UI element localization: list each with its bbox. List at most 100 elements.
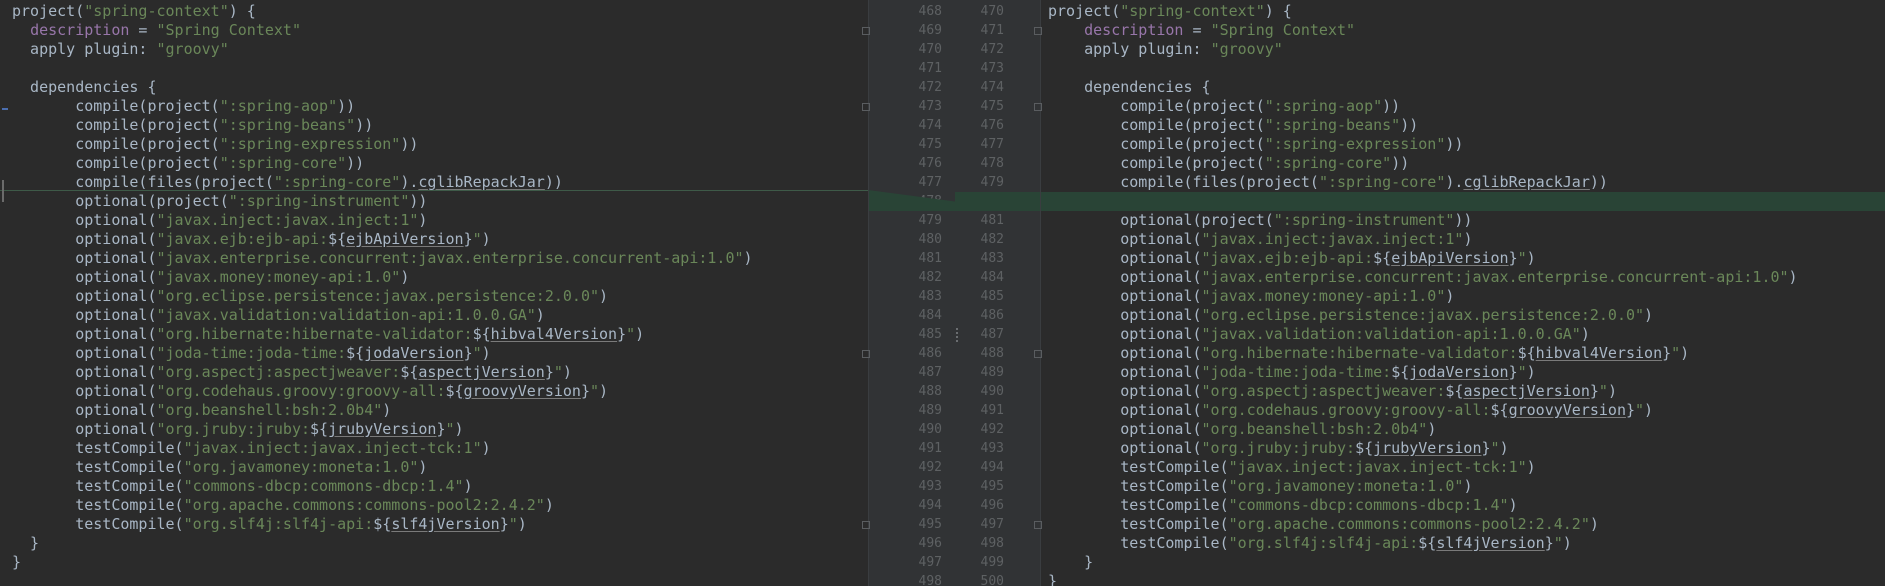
line-number-right: 482 [980,232,1004,247]
code-line[interactable]: optional("javax.money:money-api:1.0") [1040,287,1454,306]
code-line[interactable]: } [0,553,21,572]
code-line[interactable]: dependencies { [0,78,156,97]
code-line[interactable]: description = "Spring Context" [1040,21,1355,40]
code-line[interactable]: compile(project(":spring-core")) [0,154,364,173]
code-token: project( [12,2,85,20]
fold-toggle-icon[interactable] [1034,350,1042,358]
code-line[interactable]: compile(project(":spring-aop")) [1040,97,1400,116]
fold-toggle-icon[interactable] [1034,521,1042,529]
left-editor-pane[interactable]: project("spring-context") { description … [0,0,868,586]
code-line[interactable]: optional("org.hibernate:hibernate-valida… [0,325,644,344]
fold-toggle-icon[interactable] [862,350,870,358]
line-number-left: 472 [918,80,942,95]
code-line[interactable]: optional("org.eclipse.persistence:javax.… [0,287,608,306]
line-number-right: 500 [980,574,1004,586]
code-line[interactable]: compile(project(":spring-expression")) [0,135,418,154]
code-line[interactable]: testCompile("commons-dbcp:commons-dbcp:1… [1040,496,1517,515]
code-line[interactable]: optional("joda-time:joda-time:${jodaVers… [1040,363,1535,382]
code-line[interactable]: testCompile("org.javamoney:moneta:1.0") [0,458,427,477]
code-line[interactable]: testCompile("commons-dbcp:commons-dbcp:1… [0,477,472,496]
code-line[interactable]: testCompile("org.slf4j:slf4j-api:${slf4j… [1040,534,1572,553]
code-line[interactable]: optional("javax.enterprise.concurrent:ja… [1040,268,1797,287]
code-line[interactable]: optional("org.jruby:jruby:${jrubyVersion… [1040,439,1508,458]
code-line[interactable]: optional("javax.inject:javax.inject:1") [1040,230,1472,249]
code-token: optional( [1048,439,1202,457]
code-line[interactable]: testCompile("org.apache.commons:commons-… [0,496,554,515]
code-token: )) [1400,116,1419,134]
line-number-left: 482 [918,270,942,285]
code-line[interactable]: testCompile("org.javamoney:moneta:1.0") [1040,477,1472,496]
fold-toggle-icon[interactable] [862,103,870,111]
code-line[interactable]: apply plugin: "groovy" [1040,40,1283,59]
code-line[interactable]: optional("org.hibernate:hibernate-valida… [1040,344,1689,363]
code-line[interactable]: optional("org.aspectj:aspectjweaver:${as… [0,363,572,382]
code-line[interactable]: compile(project(":spring-expression")) [1040,135,1463,154]
fold-toggle-icon[interactable] [862,521,870,529]
code-line[interactable]: optional("joda-time:joda-time:${jodaVers… [0,344,490,363]
code-token: compile(project( [1048,116,1265,134]
code-line[interactable]: testCompile("javax.inject:javax.inject-t… [1040,458,1535,477]
code-token: optional( [12,268,157,286]
code-line[interactable]: optional("org.beanshell:bsh:2.0b4") [0,401,391,420]
code-token: } [1508,249,1518,267]
fold-toggle-icon[interactable] [862,27,870,35]
code-line[interactable]: dependencies { [1040,78,1210,97]
code-line[interactable]: optional(project(":spring-instrument")) [1040,211,1472,230]
code-line[interactable]: optional("org.codehaus.groovy:groovy-all… [0,382,608,401]
gutter-drag-handle[interactable] [956,328,960,342]
code-token: ) [400,268,410,286]
code-token: ${ [310,420,329,438]
code-token: ":spring-expression" [219,135,401,153]
code-line[interactable]: optional("javax.validation:validation-ap… [1040,325,1590,344]
code-reference: slf4jVersion [1436,534,1545,552]
code-reference: hibval4Version [490,325,618,343]
code-line[interactable]: optional("org.beanshell:bsh:2.0b4") [1040,420,1436,439]
line-number-right: 492 [980,422,1004,437]
code-token: ${ [1517,344,1536,362]
line-number-right: 488 [980,346,1004,361]
code-line[interactable]: compile(project(":spring-core")) [1040,154,1409,173]
code-line[interactable] [0,59,12,78]
code-line[interactable]: compile(files(project(":spring-core").cg… [1040,173,1608,192]
code-line[interactable]: apply plugin: "groovy" [0,40,229,59]
code-line[interactable]: optional("org.jruby:jruby:${jrubyVersion… [0,420,463,439]
code-line[interactable]: testCompile("org.apache.commons:commons-… [1040,515,1599,534]
code-line[interactable]: optional("javax.ejb:ejb-api:${ejbApiVers… [0,230,490,249]
fold-toggle-icon[interactable] [1034,103,1042,111]
code-line[interactable]: project("spring-context") { [0,2,256,21]
code-line[interactable] [1040,59,1048,78]
code-token: )) [400,135,419,153]
line-number-right: 474 [980,80,1004,95]
code-line[interactable]: testCompile("org.slf4j:slf4j-api:${slf4j… [0,515,527,534]
code-line[interactable]: } [1040,553,1093,572]
code-line[interactable]: testCompile("javax.inject:javax.inject-t… [0,439,490,458]
code-line[interactable]: optional("javax.money:money-api:1.0") [0,268,409,287]
code-token: } [580,382,590,400]
code-line[interactable]: optional("org.codehaus.groovy:groovy-all… [1040,401,1653,420]
code-line[interactable]: optional("javax.inject:javax.inject:1") [0,211,427,230]
code-token: "javax.money:money-api:1.0" [1201,287,1446,305]
code-line[interactable]: optional("org.aspectj:aspectjweaver:${as… [1040,382,1617,401]
code-line[interactable]: compile(project(":spring-aop")) [0,97,355,116]
code-line[interactable]: } [0,534,39,553]
code-line[interactable]: description = "Spring Context" [0,21,301,40]
code-token: "javax.enterprise.concurrent:javax.enter… [1201,268,1789,286]
code-line[interactable]: } [1040,572,1057,586]
code-token: optional( [12,363,157,381]
code-token: ${ [346,344,365,362]
code-line[interactable]: project("spring-context") { [1040,2,1292,21]
code-line[interactable]: compile(project(":spring-beans")) [0,116,373,135]
code-token: compile(project( [12,135,220,153]
code-line[interactable]: optional(project(":spring-instrument")) [0,192,427,211]
code-line[interactable]: compile(project(":spring-beans")) [1040,116,1418,135]
code-line[interactable]: optional("javax.enterprise.concurrent:ja… [0,249,752,268]
code-line[interactable]: optional("javax.validation:validation-ap… [0,306,545,325]
code-token: compile(files(project( [12,173,274,191]
code-token: ) [1644,401,1654,419]
fold-toggle-icon[interactable] [1034,27,1042,35]
code-line[interactable]: optional("javax.ejb:ejb-api:${ejbApiVers… [1040,249,1535,268]
code-line[interactable]: optional("org.eclipse.persistence:javax.… [1040,306,1653,325]
code-token: ${ [445,382,464,400]
right-editor-pane[interactable]: project("spring-context") { description … [1040,0,1885,586]
